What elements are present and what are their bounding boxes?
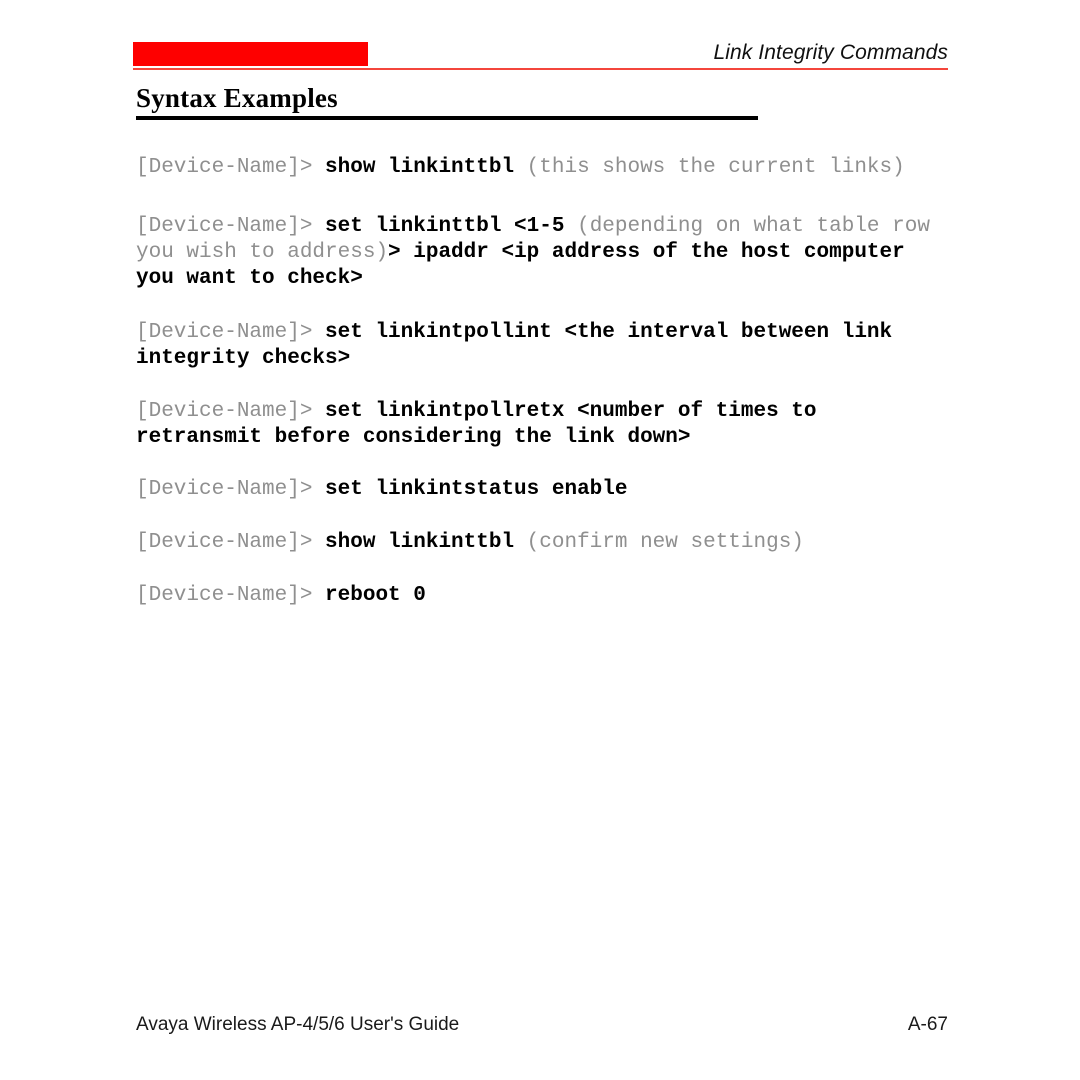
command-text: set linkintstatus enable <box>325 478 628 501</box>
page-title: Syntax Examples <box>136 83 338 113</box>
device-prompt: [Device-Name]> <box>136 321 326 344</box>
page-header: Link Integrity Commands <box>133 41 948 78</box>
device-prompt: [Device-Name]> <box>136 156 326 179</box>
document-page: Link Integrity Commands Syntax Examples … <box>0 0 1080 1080</box>
header-chapter-title: Link Integrity Commands <box>713 41 948 64</box>
command-example-2: [Device-Name]> set linkinttbl <1-5 (depe… <box>136 214 948 292</box>
device-prompt: [Device-Name]> <box>136 400 326 423</box>
page-footer: Avaya Wireless AP-4/5/6 User's Guide A-6… <box>136 1012 948 1038</box>
footer-guide-title: Avaya Wireless AP-4/5/6 User's Guide <box>136 1014 460 1035</box>
device-prompt: [Device-Name]> <box>136 531 326 554</box>
device-prompt: [Device-Name]> <box>136 478 326 501</box>
header-red-rule <box>133 68 948 70</box>
command-note: (confirm new settings) <box>514 531 804 554</box>
heading-underline-rule <box>136 116 758 120</box>
footer-page-number: A-67 <box>907 1014 948 1035</box>
command-note: (this shows the current links) <box>514 156 905 179</box>
command-text: show linkinttbl <box>325 156 515 179</box>
command-text: reboot 0 <box>325 584 426 607</box>
command-example-6: [Device-Name]> show linkinttbl (confirm … <box>136 530 948 556</box>
command-text: set linkinttbl <1-5 <box>325 215 565 238</box>
device-prompt: [Device-Name]> <box>136 584 326 607</box>
syntax-examples-body: [Device-Name]> show linkinttbl (this sho… <box>136 155 948 609</box>
device-prompt: [Device-Name]> <box>136 215 326 238</box>
command-example-1: [Device-Name]> show linkinttbl (this sho… <box>136 155 948 181</box>
command-example-7: [Device-Name]> reboot 0 <box>136 583 948 609</box>
command-example-3: [Device-Name]> set linkintpollint <the i… <box>136 320 948 372</box>
command-example-5: [Device-Name]> set linkintstatus enable <box>136 477 948 503</box>
command-text: show linkinttbl <box>325 531 515 554</box>
header-red-bar <box>133 42 368 66</box>
command-example-4: [Device-Name]> set linkintpollretx <numb… <box>136 399 948 451</box>
